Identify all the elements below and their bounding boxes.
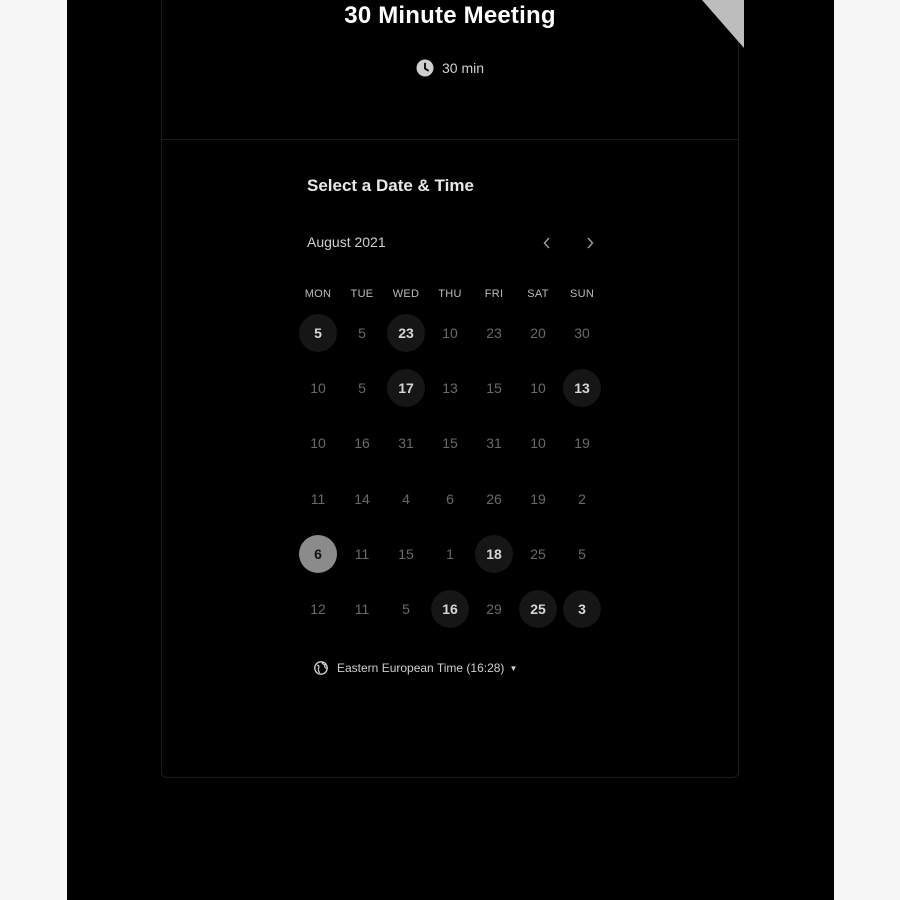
calendar-day: 10 (310, 380, 326, 396)
duration-label: 30 min (442, 60, 485, 76)
timezone-label: Eastern European Time (16:28) (337, 661, 505, 675)
calendar-day: 11 (354, 601, 370, 617)
available-day[interactable]: 18 (475, 535, 513, 573)
caret-down-icon: ▼ (509, 663, 518, 673)
calendar-day: 15 (486, 380, 502, 396)
calendar-day: 5 (578, 546, 586, 562)
calendar-day: 1 (446, 546, 454, 562)
weekday-mon: MON (304, 288, 332, 300)
clock-icon (416, 59, 434, 77)
calendar-day: 2 (578, 491, 586, 507)
calendar-day: 5 (402, 601, 410, 617)
calendar-day: 13 (442, 380, 458, 396)
chevron-right-icon (587, 237, 594, 249)
calendar-day: 31 (486, 435, 502, 451)
calendar-day: 25 (530, 546, 546, 562)
calendar-day: 30 (574, 325, 590, 341)
calendar-day: 19 (574, 435, 590, 451)
calendar-day: 31 (398, 435, 414, 451)
weekday-thu: THU (438, 288, 462, 300)
calendar-day: 15 (398, 546, 414, 562)
weekday-fri: FRI (484, 288, 504, 300)
available-day[interactable]: 5 (299, 314, 337, 352)
calendar-day: 26 (486, 491, 502, 507)
weekday-wed: WED (392, 288, 420, 300)
calendar-day: 6 (446, 491, 454, 507)
weekday-sat: SAT (527, 288, 549, 300)
available-day[interactable]: 13 (563, 369, 601, 407)
calendar-day: 10 (530, 380, 546, 396)
calendar-day: 29 (486, 601, 502, 617)
calendar-day: 15 (442, 435, 458, 451)
next-month-button[interactable] (580, 232, 600, 254)
weekday-tue: TUE (350, 288, 374, 300)
event-duration: 30 min (416, 58, 484, 78)
available-day[interactable]: 23 (387, 314, 425, 352)
calendar-day: 23 (486, 325, 502, 341)
section-title: Select a Date & Time (307, 176, 474, 195)
calendar-day: 4 (402, 491, 410, 507)
card-divider (162, 139, 738, 140)
calendar-day: 11 (354, 546, 370, 562)
prev-month-button[interactable] (537, 232, 557, 254)
month-label: August 2021 (307, 234, 386, 250)
calendar-day: 11 (310, 491, 326, 507)
timezone-selector[interactable]: Eastern European Time (16:28) ▼ (314, 658, 517, 678)
calendar-day: 10 (442, 325, 458, 341)
selected-day[interactable]: 6 (299, 535, 337, 573)
weekday-sun: SUN (569, 288, 595, 300)
calendar-day: 16 (354, 435, 370, 451)
calendar-day: 10 (530, 435, 546, 451)
available-day[interactable]: 17 (387, 369, 425, 407)
calendar-day: 20 (530, 325, 546, 341)
calendar-day: 19 (530, 491, 546, 507)
calendar-day: 14 (354, 491, 370, 507)
available-day[interactable]: 3 (563, 590, 601, 628)
globe-icon (314, 661, 328, 675)
calendar-day: 5 (358, 325, 366, 341)
calendar-day: 10 (310, 435, 326, 451)
event-title: 30 Minute Meeting (344, 2, 556, 29)
available-day[interactable]: 16 (431, 590, 469, 628)
available-day[interactable]: 25 (519, 590, 557, 628)
calendar-day: 5 (358, 380, 366, 396)
chevron-left-icon (543, 237, 550, 249)
calendar-day: 12 (310, 601, 326, 617)
